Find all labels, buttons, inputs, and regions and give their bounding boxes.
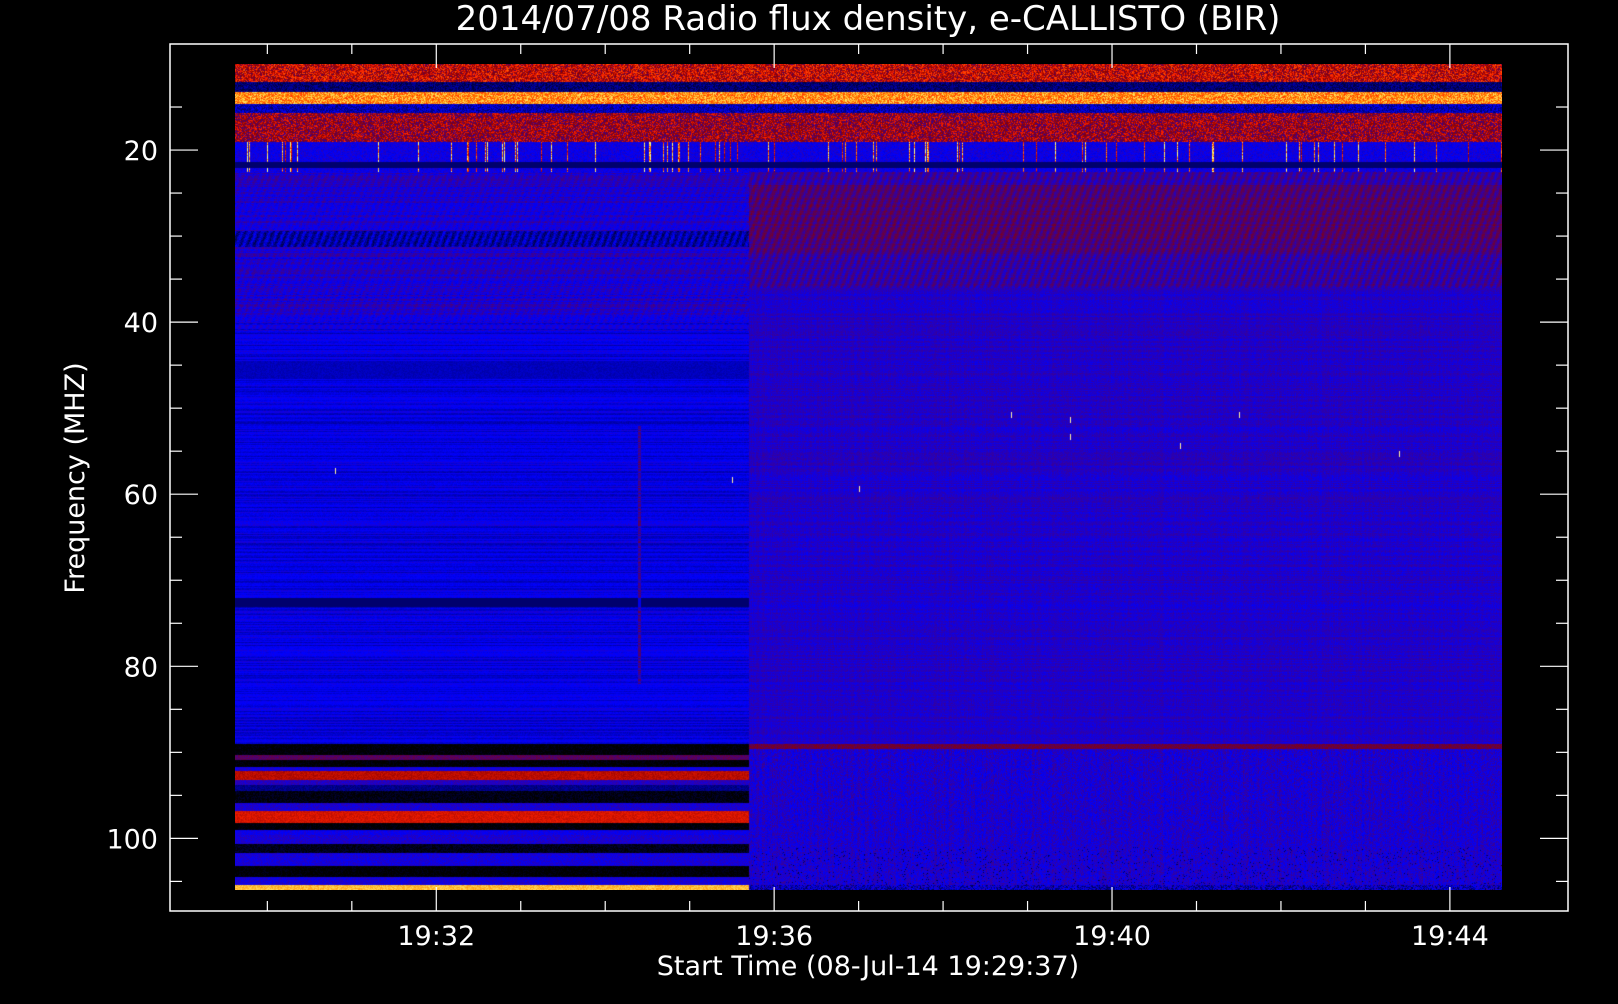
y-tick-label: 100	[106, 824, 158, 855]
chart-title: 2014/07/08 Radio flux density, e-CALLIST…	[456, 0, 1281, 39]
spectrogram-chart: 2014/07/08 Radio flux density, e-CALLIST…	[0, 0, 1618, 1000]
x-tick-label: 19:40	[1073, 921, 1151, 952]
x-tick-label: 19:32	[397, 921, 475, 952]
spectrogram-image	[235, 64, 1502, 890]
y-tick-label: 60	[124, 480, 158, 511]
x-tick-label: 19:36	[735, 921, 813, 952]
y-tick-label: 80	[124, 652, 158, 683]
x-axis-label: Start Time (08-Jul-14 19:29:37)	[657, 951, 1079, 982]
chart-svg: 2014/07/08 Radio flux density, e-CALLIST…	[0, 0, 1618, 1000]
spectrogram-raster	[235, 64, 1502, 890]
x-tick-label: 19:44	[1411, 921, 1489, 952]
y-tick-label: 40	[124, 308, 158, 339]
y-axis-label: Frequency (MHZ)	[60, 362, 91, 593]
y-tick-label: 20	[124, 136, 158, 167]
